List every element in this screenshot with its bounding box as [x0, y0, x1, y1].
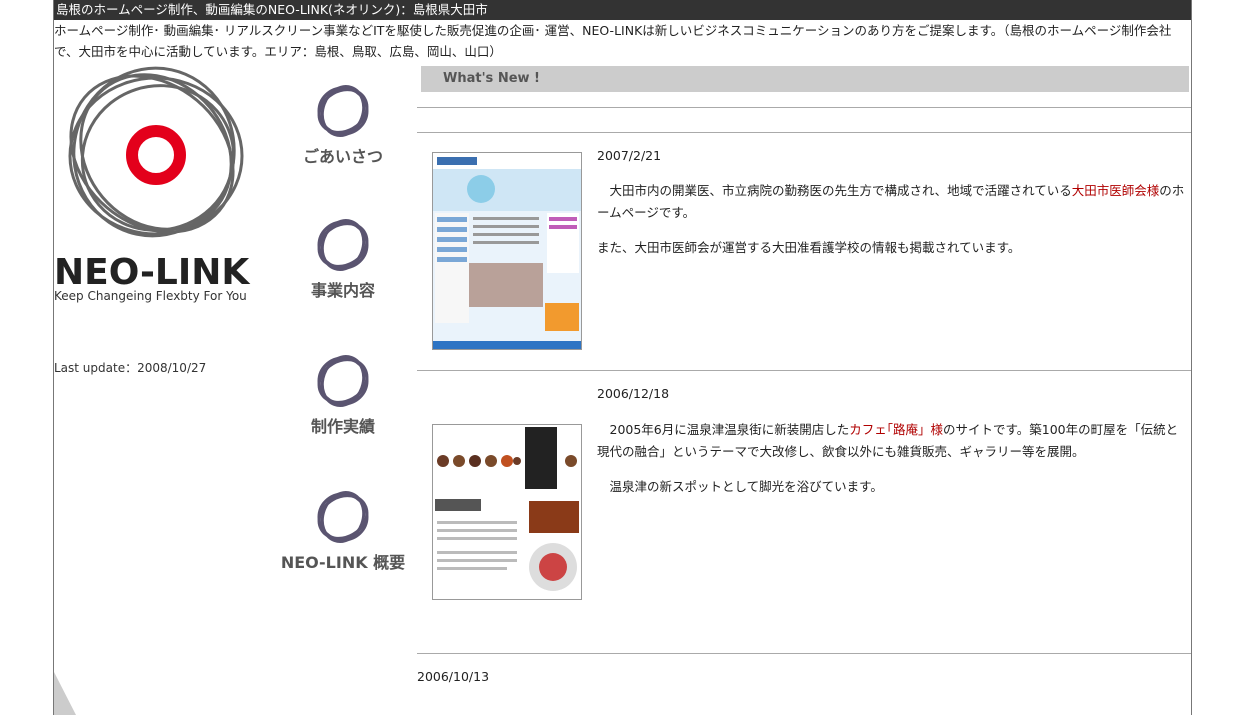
nav-business-label: 事業内容 [310, 281, 375, 300]
neo-link-logo[interactable]: NEO-LINK [54, 62, 266, 302]
nav-works[interactable]: 制作実績 [293, 352, 393, 437]
news-thumbnail-ishikai[interactable] [432, 152, 582, 350]
news-thumbnail-roan[interactable] [432, 424, 582, 600]
news-date-1: 2007/2/21 [597, 148, 662, 163]
nav-circle-icon [317, 85, 369, 137]
nav-works-label: 制作実績 [310, 417, 375, 436]
page-frame: 島根のホームページ制作、動画編集のNEO-LINK(ネオリンク)：島根県大田市 … [53, 0, 1192, 715]
news-date-2: 2006/12/18 [597, 386, 670, 401]
divider [417, 132, 1191, 133]
nav-about-label: NEO-LINK 概要 [280, 553, 406, 572]
link-ishikai[interactable]: 大田市医師会様 [1072, 183, 1160, 198]
website-screenshot-icon [433, 153, 581, 349]
scribble-circle-logo-icon: NEO-LINK [54, 66, 250, 293]
nav-circle-icon [317, 355, 369, 407]
news-date-3: 2006/10/13 [417, 669, 490, 684]
nav-about[interactable]: NEO-LINK 概要 [276, 488, 410, 573]
decorative-corner [54, 672, 76, 715]
nav-circle-icon [317, 219, 369, 271]
divider [417, 370, 1191, 371]
nav-business[interactable]: 事業内容 [293, 216, 393, 301]
news-text-1b: また、大田市医師会が運営する大田准看護学校の情報も掲載されています。 [597, 240, 1021, 255]
logo-wordmark: NEO-LINK [54, 252, 250, 290]
logo-tagline: Keep Changeing Flexbty For You [54, 289, 247, 303]
site-title-bar: 島根のホームページ制作、動画編集のNEO-LINK(ネオリンク)：島根県大田市 [54, 0, 1191, 20]
news-text-2-pre: 2005年6月に温泉津温泉街に新装開店した [597, 422, 850, 437]
news-text-2b: 温泉津の新スポットとして脚光を浴びています。 [597, 479, 883, 494]
news-text-1: 大田市内の開業医、市立病院の勤務医の先生方で構成され、地域で活躍されている大田市… [597, 180, 1189, 224]
website-screenshot-icon [433, 425, 581, 599]
nav-greeting[interactable]: ごあいさつ [293, 82, 393, 167]
divider [417, 107, 1191, 108]
nav-greeting-label: ごあいさつ [302, 147, 383, 166]
whats-new-heading: What's New ! [421, 66, 1189, 92]
site-intro-text: ホームページ制作･ 動画編集･ リアルスクリーン事業などITを駆使した販売促進の… [54, 23, 1172, 59]
link-roan[interactable]: カフェ｢路庵」様 [849, 422, 943, 437]
last-update-text: Last update：2008/10/27 [54, 361, 207, 375]
divider [417, 653, 1191, 654]
news-text-2: 2005年6月に温泉津温泉街に新装開店したカフェ｢路庵」様のサイトです。築100… [597, 419, 1189, 463]
news-text-1-pre: 大田市内の開業医、市立病院の勤務医の先生方で構成され、地域で活躍されている [597, 183, 1072, 198]
nav-circle-icon [317, 491, 369, 543]
